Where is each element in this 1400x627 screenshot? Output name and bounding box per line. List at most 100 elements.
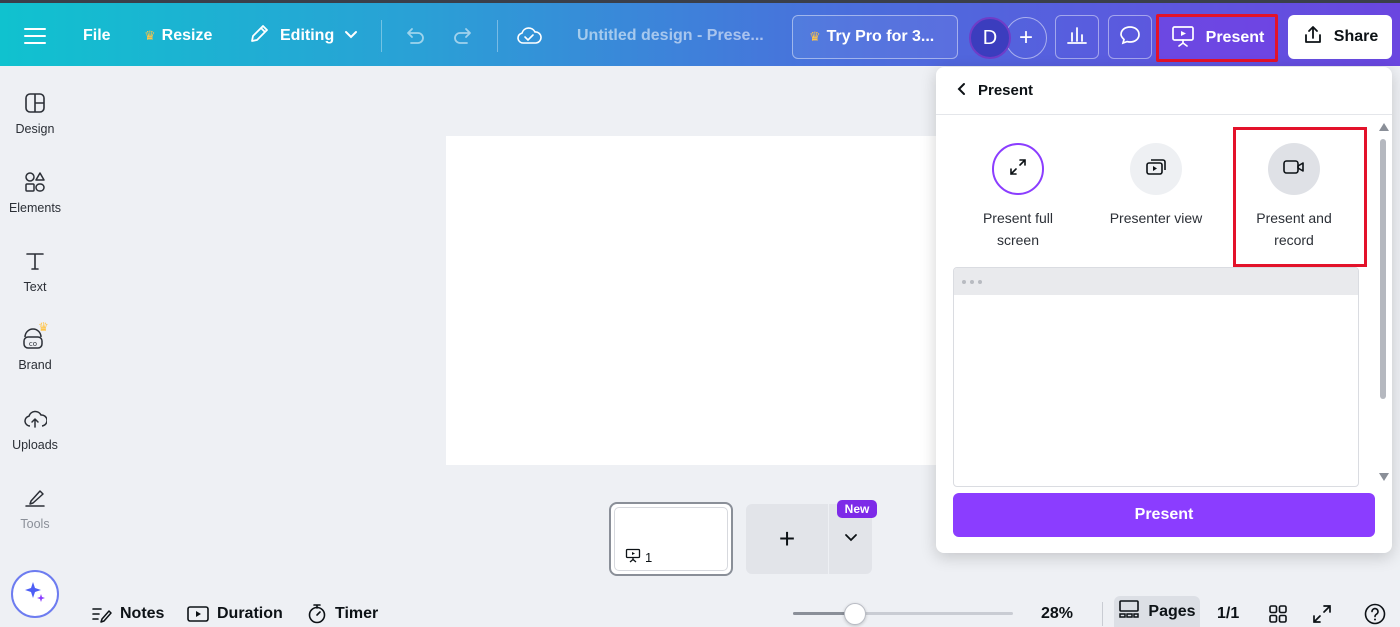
editing-mode-button[interactable]: Editing xyxy=(248,6,358,66)
zoom-slider-handle[interactable] xyxy=(843,603,866,625)
presenter-view-icon xyxy=(1144,157,1168,182)
avatar[interactable]: D xyxy=(969,17,1011,59)
present-button[interactable]: Present xyxy=(1156,14,1278,62)
preview-window-bar xyxy=(954,268,1358,295)
panel-scrollbar[interactable] xyxy=(1377,123,1389,481)
scroll-down-arrow-icon[interactable] xyxy=(1379,473,1389,481)
back-chevron-icon[interactable] xyxy=(956,82,966,100)
divider xyxy=(1102,602,1103,626)
timer-button[interactable]: Timer xyxy=(307,600,378,627)
sidebar-item-label: Brand xyxy=(18,358,52,372)
bar-chart-icon xyxy=(1066,25,1088,50)
divider xyxy=(497,20,498,52)
try-pro-button[interactable]: ♛ Try Pro for 3... xyxy=(792,15,958,59)
pages-button[interactable]: Pages xyxy=(1114,596,1200,627)
expand-icon xyxy=(1312,604,1332,624)
present-panel-header: Present xyxy=(936,67,1392,115)
option-label: Presenter view xyxy=(1109,210,1203,226)
crown-icon: ♛ xyxy=(144,28,156,43)
sidebar-item-brand[interactable]: ♛ co Brand xyxy=(0,320,70,372)
pages-label: Pages xyxy=(1148,602,1196,620)
zoom-slider-track[interactable] xyxy=(793,612,1013,615)
page-thumbnail[interactable]: 1 xyxy=(609,502,733,576)
duration-label: Duration xyxy=(217,604,283,622)
share-upload-icon xyxy=(1302,24,1324,51)
sidebar-item-elements[interactable]: Elements xyxy=(0,171,70,215)
draw-tools-icon xyxy=(23,487,47,509)
page-thumbnail-preview: 1 xyxy=(614,507,728,571)
notes-button[interactable]: Notes xyxy=(92,600,164,627)
top-toolbar: File ♛ Resize Editing Untitled design - … xyxy=(0,0,1400,66)
window-dot xyxy=(978,279,982,284)
divider xyxy=(381,20,382,52)
sidebar-item-tools[interactable]: Tools xyxy=(0,487,70,531)
page-number: 1 xyxy=(645,549,653,565)
insights-button[interactable] xyxy=(1055,15,1099,59)
chevron-down-icon xyxy=(344,27,358,45)
notes-icon xyxy=(92,605,112,623)
presentation-preview xyxy=(953,267,1359,487)
svg-text:co: co xyxy=(29,340,37,348)
editing-label: Editing xyxy=(280,27,335,44)
sidebar-item-label: Text xyxy=(23,280,47,294)
document-title[interactable]: Untitled design - Prese... xyxy=(577,6,764,66)
sidebar-item-label: Elements xyxy=(8,201,62,215)
highlight-box xyxy=(1233,127,1367,267)
magic-assistant-button[interactable] xyxy=(11,570,59,618)
crown-icon: ♛ xyxy=(809,29,821,44)
option-icon-circle xyxy=(992,143,1044,195)
share-button[interactable]: Share xyxy=(1288,15,1392,59)
try-pro-label: Try Pro for 3... xyxy=(826,28,935,45)
stopwatch-icon xyxy=(307,603,327,625)
present-panel-title: Present xyxy=(978,82,1034,99)
resize-button[interactable]: ♛ Resize xyxy=(144,6,212,66)
notes-label: Notes xyxy=(120,604,165,622)
new-badge: New xyxy=(837,500,877,518)
fullscreen-button[interactable] xyxy=(1312,600,1332,627)
comment-icon xyxy=(1119,24,1141,51)
sidebar-item-label: Design xyxy=(15,122,55,136)
pages-grid-icon xyxy=(1118,599,1140,624)
cloud-upload-icon xyxy=(23,408,47,430)
present-confirm-button[interactable]: Present xyxy=(953,493,1375,537)
option-presenter-view[interactable]: Presenter view xyxy=(1089,143,1223,229)
left-sidebar: Design Elements Text ♛ co Brand Uploads … xyxy=(0,66,70,627)
window-dot xyxy=(970,279,974,284)
present-panel: Present Present full screen Presenter vi… xyxy=(936,67,1392,553)
grid-icon xyxy=(1268,604,1288,624)
expand-arrows-icon xyxy=(1008,157,1028,182)
redo-icon[interactable] xyxy=(452,6,476,66)
add-page-button[interactable]: + xyxy=(746,504,828,574)
play-box-icon xyxy=(187,605,209,623)
shapes-icon xyxy=(24,171,46,193)
add-collaborator-button[interactable]: + xyxy=(1005,17,1047,59)
zoom-level[interactable]: 28% xyxy=(1041,600,1073,627)
sidebar-item-label: Uploads xyxy=(12,438,58,452)
timer-label: Timer xyxy=(335,604,379,622)
grid-view-button[interactable] xyxy=(1268,600,1288,627)
duration-button[interactable]: Duration xyxy=(187,600,283,627)
cloud-saved-icon[interactable] xyxy=(516,6,542,66)
design-page-canvas[interactable] xyxy=(446,136,946,465)
scroll-up-arrow-icon[interactable] xyxy=(1379,123,1389,131)
text-t-icon xyxy=(24,250,46,272)
sparkle-icon xyxy=(22,579,48,610)
chevron-down-icon xyxy=(844,530,858,548)
brand-icon: ♛ co xyxy=(20,320,50,352)
undo-icon[interactable] xyxy=(402,6,426,66)
present-label: Present xyxy=(1205,29,1265,46)
help-button[interactable] xyxy=(1364,600,1386,627)
option-present-full-screen[interactable]: Present full screen xyxy=(951,143,1085,251)
comments-button[interactable] xyxy=(1108,15,1152,59)
sidebar-item-uploads[interactable]: Uploads xyxy=(0,408,70,452)
window-dot xyxy=(962,279,966,284)
sidebar-item-text[interactable]: Text xyxy=(0,250,70,294)
sidebar-item-design[interactable]: Design xyxy=(0,92,70,136)
scrollbar-thumb[interactable] xyxy=(1380,139,1386,399)
page-count: 1/1 xyxy=(1217,604,1240,622)
file-menu[interactable]: File xyxy=(83,6,111,66)
pencil-icon xyxy=(248,23,270,50)
menu-icon[interactable] xyxy=(24,6,46,66)
page-thumbnail-number: 1 xyxy=(625,548,652,566)
design-layout-icon xyxy=(24,92,46,114)
